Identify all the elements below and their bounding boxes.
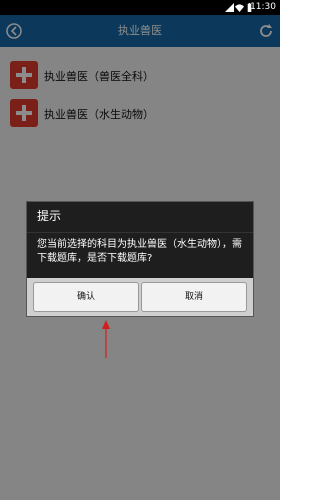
annotation-arrow-icon bbox=[102, 320, 110, 358]
dialog-title: 提示 bbox=[37, 209, 62, 223]
dialog-button-bar: 确认 取消 bbox=[27, 278, 253, 316]
status-bar: 11:30 bbox=[0, 0, 280, 15]
status-time: 11:30 bbox=[250, 2, 276, 12]
confirm-button[interactable]: 确认 bbox=[33, 282, 139, 312]
dialog-divider bbox=[27, 232, 253, 233]
cancel-button[interactable]: 取消 bbox=[141, 282, 247, 312]
dialog-message: 您当前选择的科目为执业兽医（水生动物），需下载题库，是否下载题库? bbox=[37, 239, 242, 264]
signal-icon bbox=[225, 3, 234, 12]
wifi-icon bbox=[235, 4, 244, 12]
download-dialog: 提示 您当前选择的科目为执业兽医（水生动物），需下载题库，是否下载题库? 确认 … bbox=[26, 201, 254, 317]
